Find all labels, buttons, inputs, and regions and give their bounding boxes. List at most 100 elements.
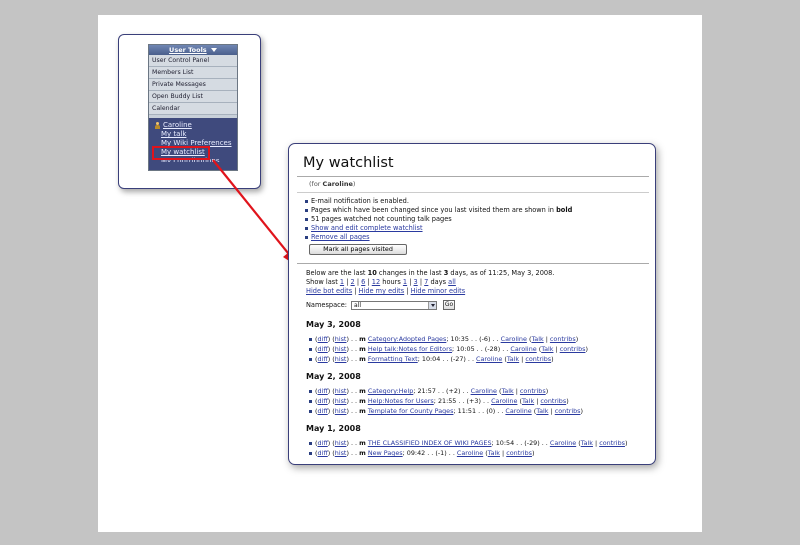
talk-link[interactable]: Talk	[501, 387, 513, 395]
user-link[interactable]: Caroline	[550, 439, 576, 447]
contribs-link[interactable]: contribs	[560, 345, 586, 353]
diff-link[interactable]: diff	[318, 439, 328, 447]
contribs-link[interactable]: contribs	[520, 387, 546, 395]
go-button[interactable]: Go	[443, 300, 456, 310]
contribs-link[interactable]: contribs	[540, 397, 566, 405]
page-link[interactable]: Formatting Text	[368, 355, 418, 363]
minor-edit-flag: m	[359, 355, 366, 363]
diff-link[interactable]: diff	[318, 397, 328, 405]
section-divider	[297, 263, 649, 264]
contribs-link[interactable]: contribs	[599, 439, 625, 447]
user-link[interactable]: Caroline	[501, 335, 527, 343]
page-link[interactable]: Help:Notes for Users	[368, 397, 434, 405]
namespace-label: Namespace:	[306, 301, 348, 309]
hist-link[interactable]: hist	[335, 345, 347, 353]
hist-link[interactable]: hist	[335, 335, 347, 343]
contribs-link[interactable]: contribs	[506, 449, 532, 457]
hist-link[interactable]: hist	[335, 407, 347, 415]
user-link[interactable]: Caroline	[510, 345, 536, 353]
show-all-link[interactable]: all	[448, 278, 456, 286]
user-link-caroline[interactable]: Caroline	[149, 121, 237, 130]
page-link[interactable]: New Pages	[368, 449, 403, 457]
diff-link[interactable]: diff	[318, 355, 328, 363]
contribs-link[interactable]: contribs	[555, 407, 581, 415]
menu-item-calendar[interactable]: Calendar	[149, 103, 237, 115]
chevron-down-icon[interactable]	[210, 48, 217, 52]
hours-6-link[interactable]: 6	[361, 278, 365, 286]
talk-link[interactable]: Talk	[507, 355, 519, 363]
diff-link[interactable]: diff	[318, 345, 328, 353]
days-7-link[interactable]: 7	[424, 278, 428, 286]
menu-item-members-list[interactable]: Members List	[149, 67, 237, 79]
page-title: My watchlist	[303, 155, 394, 171]
diff-link[interactable]: diff	[318, 449, 328, 457]
hist-link[interactable]: hist	[335, 449, 347, 457]
namespace-row: Namespace: all Go	[297, 299, 649, 311]
talk-link[interactable]: Talk	[541, 345, 553, 353]
minor-edit-flag: m	[359, 335, 366, 343]
user-link[interactable]: Caroline	[505, 407, 531, 415]
change-row: (diff) (hist) . . m Category:Help; 21:57…	[309, 386, 649, 396]
change-list: (diff) (hist) . . m Category:Help; 21:57…	[297, 386, 649, 416]
show-edit-item: Show and edit complete watchlist	[305, 224, 649, 233]
change-list: (diff) (hist) . . m THE CLASSIFIED INDEX…	[297, 438, 649, 457]
page-link[interactable]: Category:Help	[368, 387, 413, 395]
hide-my-edits-link[interactable]: Hide my edits	[359, 287, 405, 295]
mark-all-visited-button[interactable]: Mark all pages visited	[309, 244, 407, 255]
subtitle-user: Caroline	[322, 180, 353, 188]
namespace-select[interactable]: all	[351, 300, 438, 310]
days-3-link[interactable]: 3	[414, 278, 418, 286]
page-link[interactable]: Help talk:Notes for Editors	[368, 345, 452, 353]
page-link[interactable]: THE CLASSIFIED INDEX OF WIKI PAGES	[368, 439, 492, 447]
diff-link[interactable]: diff	[318, 387, 328, 395]
hist-link[interactable]: hist	[335, 355, 347, 363]
hours-1-link[interactable]: 1	[340, 278, 344, 286]
watchlist-frame: My watchlist (for Caroline) E-mail notif…	[288, 143, 656, 465]
talk-link[interactable]: Talk	[536, 407, 548, 415]
title-divider	[297, 176, 649, 177]
user-link[interactable]: Caroline	[471, 387, 497, 395]
talk-link[interactable]: Talk	[581, 439, 593, 447]
diff-link[interactable]: diff	[318, 407, 328, 415]
user-tools-header[interactable]: User Tools	[149, 45, 237, 55]
change-row: (diff) (hist) . . m Help talk:Notes for …	[309, 344, 649, 354]
minor-edit-flag: m	[359, 439, 366, 447]
minor-edit-flag: m	[359, 397, 366, 405]
change-row: (diff) (hist) . . m Help:Notes for Users…	[309, 396, 649, 406]
chevron-down-icon[interactable]	[428, 301, 437, 309]
talk-link[interactable]: Talk	[522, 397, 534, 405]
changes-summary: Below are the last 10 changes in the las…	[306, 269, 555, 277]
menu-item-private-messages[interactable]: Private Messages	[149, 79, 237, 91]
minor-edit-flag: m	[359, 387, 366, 395]
hide-options-row: Hide bot edits | Hide my edits | Hide mi…	[306, 287, 466, 295]
diff-link[interactable]: diff	[318, 335, 328, 343]
hist-link[interactable]: hist	[335, 397, 347, 405]
hist-link[interactable]: hist	[335, 387, 347, 395]
hide-bot-edits-link[interactable]: Hide bot edits	[306, 287, 352, 295]
user-link[interactable]: Caroline	[457, 449, 483, 457]
menu-item-open-buddy-list[interactable]: Open Buddy List	[149, 91, 237, 103]
contribs-link[interactable]: contribs	[525, 355, 551, 363]
subtitle-divider	[297, 192, 649, 193]
user-link[interactable]: Caroline	[491, 397, 517, 405]
remove-all-item: Remove all pages	[305, 233, 649, 242]
remove-all-link[interactable]: Remove all pages	[311, 233, 370, 241]
page-link[interactable]: Template for County Pages	[368, 407, 454, 415]
show-last-row: Show last 1 | 2 | 6 | 12 hours 1 | 3 | 7…	[306, 278, 456, 286]
menu-item-user-control-panel[interactable]: User Control Panel	[149, 55, 237, 67]
hide-minor-edits-link[interactable]: Hide minor edits	[411, 287, 466, 295]
show-edit-link[interactable]: Show and edit complete watchlist	[311, 224, 423, 232]
user-link[interactable]: Caroline	[476, 355, 502, 363]
hours-2-link[interactable]: 2	[351, 278, 355, 286]
change-list: (diff) (hist) . . m Category:Adopted Pag…	[297, 334, 649, 364]
contribs-link[interactable]: contribs	[550, 335, 576, 343]
minor-edit-flag: m	[359, 407, 366, 415]
talk-link[interactable]: Talk	[531, 335, 543, 343]
hist-link[interactable]: hist	[335, 439, 347, 447]
days-1-link[interactable]: 1	[403, 278, 407, 286]
user-tools-label[interactable]: User Tools	[169, 46, 207, 54]
user-link-my-talk[interactable]: My talk	[149, 130, 237, 139]
page-link[interactable]: Category:Adopted Pages	[368, 335, 447, 343]
talk-link[interactable]: Talk	[488, 449, 500, 457]
hours-12-link[interactable]: 12	[372, 278, 380, 286]
